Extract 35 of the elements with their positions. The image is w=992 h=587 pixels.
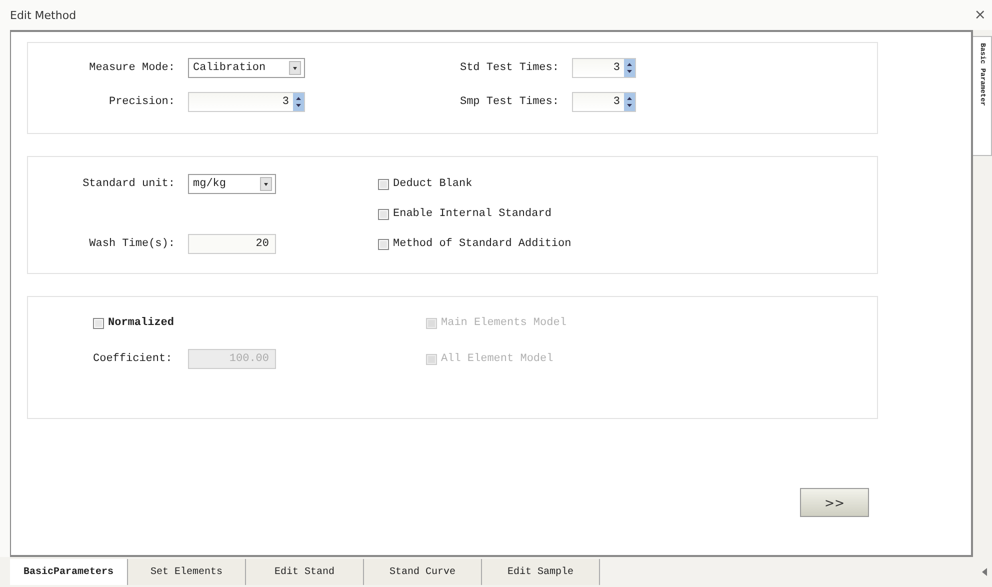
caret-icon [260,177,272,191]
tab[interactable]: Stand Curve [364,559,482,585]
field-label: Wash Time(s): [88,238,176,250]
spinner-icon [624,59,635,77]
dropdown[interactable]: mg/kg [188,174,276,194]
spin-field[interactable]: 3 [188,92,305,112]
close-button[interactable]: × [972,7,988,23]
checkbox[interactable]: Method of Standard Addition [378,238,572,250]
checkbox[interactable]: Deduct Blank [378,178,472,190]
checkbox-icon[interactable] [378,238,389,250]
dropdown[interactable]: Calibration [188,58,305,78]
next-button[interactable]: >> [800,488,869,517]
field-label: Precision: [108,96,176,108]
tab[interactable]: Edit Stand [246,559,364,585]
field-label: Coefficient: [93,353,174,365]
field-label: Std Test Times: [458,62,560,74]
spinner-icon [624,93,635,111]
spin-field[interactable]: 3 [572,58,636,78]
spinner-icon [293,93,304,111]
checkbox[interactable]: Enable Internal Standard [378,208,552,220]
scroll-arrow-icon[interactable] [980,567,990,577]
tab[interactable]: Set Elements [128,559,246,585]
field-label: Measure Mode: [88,62,176,74]
caret-icon [289,61,301,75]
tab[interactable]: Edit Sample [482,559,600,585]
checkbox-icon[interactable] [378,178,389,190]
checkbox-icon[interactable] [378,208,389,220]
spin-field[interactable]: 3 [572,92,636,112]
field-label: Smp Test Times: [458,96,560,108]
checkbox-icon[interactable] [93,318,104,328]
checkbox[interactable]: Normalized [93,317,174,329]
window-title: Edit Method [10,8,76,22]
field-label: Standard unit: [82,178,176,190]
tab[interactable]: BasicParameters [10,559,128,585]
input-field[interactable]: 20 [188,234,276,254]
